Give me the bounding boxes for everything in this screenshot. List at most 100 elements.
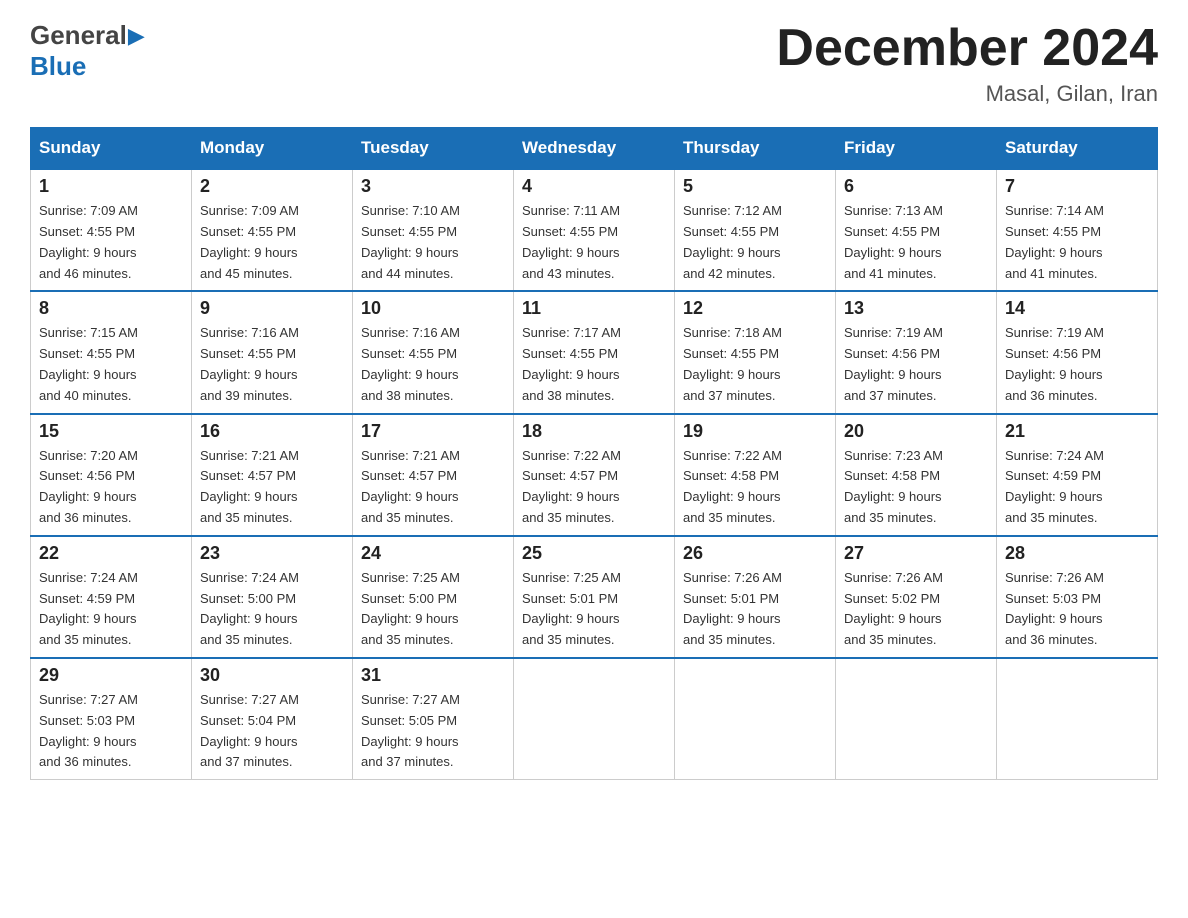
header-tuesday: Tuesday [353, 128, 514, 170]
day-info: Sunrise: 7:26 AMSunset: 5:03 PMDaylight:… [1005, 570, 1104, 647]
calendar-cell-w3-d1: 15 Sunrise: 7:20 AMSunset: 4:56 PMDaylig… [31, 414, 192, 536]
calendar-cell-w2-d7: 14 Sunrise: 7:19 AMSunset: 4:56 PMDaylig… [997, 291, 1158, 413]
day-info: Sunrise: 7:25 AMSunset: 5:00 PMDaylight:… [361, 570, 460, 647]
calendar-cell-w3-d5: 19 Sunrise: 7:22 AMSunset: 4:58 PMDaylig… [675, 414, 836, 536]
calendar-cell-w5-d1: 29 Sunrise: 7:27 AMSunset: 5:03 PMDaylig… [31, 658, 192, 780]
day-number: 5 [683, 176, 827, 197]
calendar-cell-w1-d2: 2 Sunrise: 7:09 AMSunset: 4:55 PMDayligh… [192, 169, 353, 291]
day-number: 24 [361, 543, 505, 564]
header-wednesday: Wednesday [514, 128, 675, 170]
calendar-cell-w3-d4: 18 Sunrise: 7:22 AMSunset: 4:57 PMDaylig… [514, 414, 675, 536]
calendar-cell-w5-d5 [675, 658, 836, 780]
day-number: 12 [683, 298, 827, 319]
month-title: December 2024 [776, 20, 1158, 77]
day-number: 3 [361, 176, 505, 197]
day-info: Sunrise: 7:21 AMSunset: 4:57 PMDaylight:… [200, 448, 299, 525]
day-number: 1 [39, 176, 183, 197]
calendar-header-row: Sunday Monday Tuesday Wednesday Thursday… [31, 128, 1158, 170]
day-number: 11 [522, 298, 666, 319]
day-number: 21 [1005, 421, 1149, 442]
calendar-cell-w1-d6: 6 Sunrise: 7:13 AMSunset: 4:55 PMDayligh… [836, 169, 997, 291]
calendar-cell-w3-d6: 20 Sunrise: 7:23 AMSunset: 4:58 PMDaylig… [836, 414, 997, 536]
calendar-table: Sunday Monday Tuesday Wednesday Thursday… [30, 127, 1158, 780]
day-info: Sunrise: 7:25 AMSunset: 5:01 PMDaylight:… [522, 570, 621, 647]
calendar-week-5: 29 Sunrise: 7:27 AMSunset: 5:03 PMDaylig… [31, 658, 1158, 780]
day-info: Sunrise: 7:10 AMSunset: 4:55 PMDaylight:… [361, 203, 460, 280]
day-number: 16 [200, 421, 344, 442]
calendar-cell-w2-d3: 10 Sunrise: 7:16 AMSunset: 4:55 PMDaylig… [353, 291, 514, 413]
calendar-cell-w1-d4: 4 Sunrise: 7:11 AMSunset: 4:55 PMDayligh… [514, 169, 675, 291]
day-info: Sunrise: 7:11 AMSunset: 4:55 PMDaylight:… [522, 203, 620, 280]
header-thursday: Thursday [675, 128, 836, 170]
day-number: 22 [39, 543, 183, 564]
day-info: Sunrise: 7:13 AMSunset: 4:55 PMDaylight:… [844, 203, 943, 280]
day-info: Sunrise: 7:19 AMSunset: 4:56 PMDaylight:… [1005, 325, 1104, 402]
calendar-cell-w5-d2: 30 Sunrise: 7:27 AMSunset: 5:04 PMDaylig… [192, 658, 353, 780]
day-info: Sunrise: 7:09 AMSunset: 4:55 PMDaylight:… [200, 203, 299, 280]
day-number: 23 [200, 543, 344, 564]
calendar-week-3: 15 Sunrise: 7:20 AMSunset: 4:56 PMDaylig… [31, 414, 1158, 536]
calendar-cell-w2-d1: 8 Sunrise: 7:15 AMSunset: 4:55 PMDayligh… [31, 291, 192, 413]
calendar-cell-w4-d2: 23 Sunrise: 7:24 AMSunset: 5:00 PMDaylig… [192, 536, 353, 658]
day-number: 2 [200, 176, 344, 197]
day-number: 26 [683, 543, 827, 564]
calendar-cell-w4-d5: 26 Sunrise: 7:26 AMSunset: 5:01 PMDaylig… [675, 536, 836, 658]
day-number: 7 [1005, 176, 1149, 197]
day-info: Sunrise: 7:21 AMSunset: 4:57 PMDaylight:… [361, 448, 460, 525]
calendar-cell-w4-d3: 24 Sunrise: 7:25 AMSunset: 5:00 PMDaylig… [353, 536, 514, 658]
day-number: 29 [39, 665, 183, 686]
calendar-cell-w3-d2: 16 Sunrise: 7:21 AMSunset: 4:57 PMDaylig… [192, 414, 353, 536]
logo: General ▶ Blue [30, 20, 145, 82]
day-number: 8 [39, 298, 183, 319]
calendar-cell-w4-d1: 22 Sunrise: 7:24 AMSunset: 4:59 PMDaylig… [31, 536, 192, 658]
calendar-cell-w2-d6: 13 Sunrise: 7:19 AMSunset: 4:56 PMDaylig… [836, 291, 997, 413]
calendar-cell-w1-d5: 5 Sunrise: 7:12 AMSunset: 4:55 PMDayligh… [675, 169, 836, 291]
day-info: Sunrise: 7:22 AMSunset: 4:58 PMDaylight:… [683, 448, 782, 525]
page-header: General ▶ Blue December 2024 Masal, Gila… [30, 20, 1158, 107]
day-number: 14 [1005, 298, 1149, 319]
location: Masal, Gilan, Iran [776, 81, 1158, 107]
day-number: 9 [200, 298, 344, 319]
calendar-cell-w4-d7: 28 Sunrise: 7:26 AMSunset: 5:03 PMDaylig… [997, 536, 1158, 658]
day-number: 6 [844, 176, 988, 197]
day-number: 30 [200, 665, 344, 686]
day-number: 15 [39, 421, 183, 442]
calendar-cell-w4-d4: 25 Sunrise: 7:25 AMSunset: 5:01 PMDaylig… [514, 536, 675, 658]
day-info: Sunrise: 7:20 AMSunset: 4:56 PMDaylight:… [39, 448, 138, 525]
calendar-week-1: 1 Sunrise: 7:09 AMSunset: 4:55 PMDayligh… [31, 169, 1158, 291]
day-info: Sunrise: 7:26 AMSunset: 5:01 PMDaylight:… [683, 570, 782, 647]
calendar-cell-w3-d7: 21 Sunrise: 7:24 AMSunset: 4:59 PMDaylig… [997, 414, 1158, 536]
day-info: Sunrise: 7:09 AMSunset: 4:55 PMDaylight:… [39, 203, 138, 280]
day-info: Sunrise: 7:22 AMSunset: 4:57 PMDaylight:… [522, 448, 621, 525]
day-number: 18 [522, 421, 666, 442]
day-number: 20 [844, 421, 988, 442]
day-info: Sunrise: 7:12 AMSunset: 4:55 PMDaylight:… [683, 203, 782, 280]
calendar-cell-w2-d5: 12 Sunrise: 7:18 AMSunset: 4:55 PMDaylig… [675, 291, 836, 413]
day-number: 13 [844, 298, 988, 319]
header-monday: Monday [192, 128, 353, 170]
day-number: 4 [522, 176, 666, 197]
day-info: Sunrise: 7:24 AMSunset: 5:00 PMDaylight:… [200, 570, 299, 647]
day-info: Sunrise: 7:16 AMSunset: 4:55 PMDaylight:… [361, 325, 460, 402]
calendar-cell-w2-d4: 11 Sunrise: 7:17 AMSunset: 4:55 PMDaylig… [514, 291, 675, 413]
day-info: Sunrise: 7:24 AMSunset: 4:59 PMDaylight:… [39, 570, 138, 647]
calendar-cell-w5-d4 [514, 658, 675, 780]
calendar-cell-w2-d2: 9 Sunrise: 7:16 AMSunset: 4:55 PMDayligh… [192, 291, 353, 413]
day-info: Sunrise: 7:27 AMSunset: 5:04 PMDaylight:… [200, 692, 299, 769]
day-number: 25 [522, 543, 666, 564]
day-info: Sunrise: 7:27 AMSunset: 5:05 PMDaylight:… [361, 692, 460, 769]
calendar-week-2: 8 Sunrise: 7:15 AMSunset: 4:55 PMDayligh… [31, 291, 1158, 413]
day-number: 10 [361, 298, 505, 319]
day-info: Sunrise: 7:24 AMSunset: 4:59 PMDaylight:… [1005, 448, 1104, 525]
day-info: Sunrise: 7:14 AMSunset: 4:55 PMDaylight:… [1005, 203, 1104, 280]
header-sunday: Sunday [31, 128, 192, 170]
day-number: 17 [361, 421, 505, 442]
day-number: 27 [844, 543, 988, 564]
day-number: 28 [1005, 543, 1149, 564]
calendar-cell-w5-d6 [836, 658, 997, 780]
calendar-cell-w5-d7 [997, 658, 1158, 780]
day-info: Sunrise: 7:27 AMSunset: 5:03 PMDaylight:… [39, 692, 138, 769]
day-info: Sunrise: 7:18 AMSunset: 4:55 PMDaylight:… [683, 325, 782, 402]
day-info: Sunrise: 7:16 AMSunset: 4:55 PMDaylight:… [200, 325, 299, 402]
day-info: Sunrise: 7:23 AMSunset: 4:58 PMDaylight:… [844, 448, 943, 525]
